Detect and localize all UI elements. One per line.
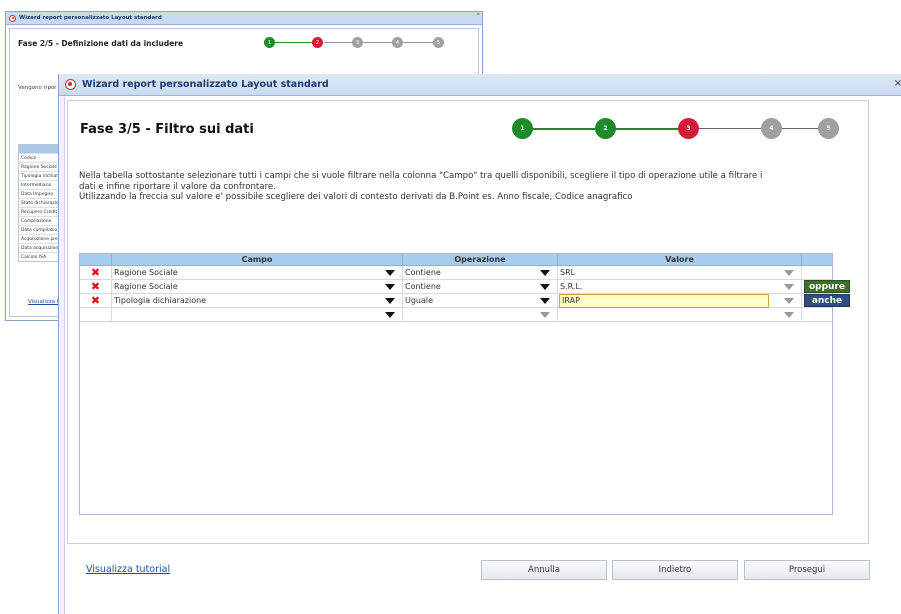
background-window-close-icon[interactable]: ˅ [477, 13, 481, 21]
dropdown-arrow-icon[interactable] [385, 312, 395, 318]
operazione-value: Contiene [405, 282, 441, 291]
background-step-1: 1 [264, 37, 275, 48]
tutorial-link[interactable]: Visualizza tutorial [86, 564, 170, 575]
instructions-text: Nella tabella sottostante selezionare tu… [79, 171, 839, 203]
delete-row-button[interactable]: ✖ [80, 280, 112, 293]
operazione-value: Uguale [405, 296, 434, 305]
background-window-title: Wizard report personalizzato Layout stan… [19, 15, 162, 21]
step-1-indicator: 1 [512, 118, 533, 139]
header-delete-col [80, 254, 112, 265]
window-title: Wizard report personalizzato Layout stan… [82, 79, 329, 90]
cancel-button[interactable]: Annulla [481, 560, 607, 580]
campo-value: Ragione Sociale [114, 282, 178, 291]
instructions-line-2: dati e infine riportare il valore da con… [79, 181, 276, 192]
step-5-indicator: 5 [818, 118, 839, 139]
dropdown-arrow-icon[interactable] [385, 270, 395, 276]
header-operazione: Operazione [403, 254, 558, 265]
dropdown-arrow-icon[interactable] [784, 298, 794, 304]
dropdown-arrow-icon[interactable] [784, 312, 794, 318]
dropdown-arrow-icon[interactable] [540, 284, 550, 290]
instructions-line-3: Utilizzando la freccia sul valore e' pos… [79, 192, 633, 202]
header-valore: Valore [558, 254, 802, 265]
dropdown-arrow-icon[interactable] [385, 298, 395, 304]
operazione-select[interactable]: Uguale [403, 294, 558, 307]
campo-select[interactable] [112, 308, 403, 321]
header-extra-col [802, 254, 832, 265]
valore-field[interactable]: SRL [558, 266, 802, 279]
step-2-indicator: 2 [595, 118, 616, 139]
dropdown-arrow-icon[interactable] [540, 298, 550, 304]
extra-cell [802, 266, 832, 279]
window-left-border [59, 97, 65, 614]
back-button[interactable]: Indietro [612, 560, 738, 580]
instructions-line-1: Nella tabella sottostante selezionare tu… [79, 171, 763, 181]
extra-cell: oppure [802, 280, 850, 293]
campo-select[interactable]: Ragione Sociale [112, 266, 403, 279]
dropdown-arrow-icon[interactable] [540, 312, 550, 318]
dropdown-arrow-icon[interactable] [784, 284, 794, 290]
dropdown-arrow-icon[interactable] [385, 284, 395, 290]
valore-field[interactable]: S.R.L. [558, 280, 802, 293]
background-stepper: 1 2 3 4 5 [264, 37, 444, 49]
dropdown-arrow-icon[interactable] [540, 270, 550, 276]
background-window-titlebar: Wizard report personalizzato Layout stan… [6, 12, 482, 25]
step-connector [615, 128, 678, 130]
filter-grid: Campo Operazione Valore ✖ Ragione Social… [79, 253, 850, 515]
step-title: Fase 3/5 - Filtro sui dati [80, 122, 254, 137]
step-3-indicator: 3 [678, 118, 699, 139]
delete-icon: ✖ [90, 280, 101, 293]
anche-button[interactable]: anche [804, 294, 850, 307]
dropdown-arrow-icon[interactable] [784, 270, 794, 276]
table-row [80, 308, 832, 322]
campo-value: Ragione Sociale [114, 268, 178, 277]
next-button[interactable]: Prosegui [744, 560, 870, 580]
close-icon[interactable]: × [894, 78, 901, 89]
operazione-value: Contiene [405, 268, 441, 277]
valore-value: S.R.L. [560, 282, 583, 291]
wizard-window: Wizard report personalizzato Layout stan… [58, 74, 901, 614]
delete-row-button[interactable]: ✖ [80, 266, 112, 279]
background-step-5: 5 [433, 37, 444, 48]
table-row: ✖ Ragione Sociale Contiene SRL [80, 266, 832, 280]
window-titlebar: Wizard report personalizzato Layout stan… [59, 74, 901, 96]
campo-select[interactable]: Ragione Sociale [112, 280, 403, 293]
delete-icon: ✖ [90, 294, 101, 307]
campo-value: Tipologia dichiarazione [114, 296, 207, 305]
valore-field[interactable]: IRAP [558, 294, 802, 308]
background-subtitle: Vengono ripor [18, 85, 57, 91]
wizard-app-icon [9, 14, 16, 22]
wizard-app-icon [65, 79, 76, 90]
background-step-3: 3 [352, 37, 363, 48]
background-step-title: Fase 2/5 - Definizione dati da includere [18, 39, 184, 48]
table-row: ✖ Ragione Sociale Contiene S.R.L. oppure [80, 280, 850, 294]
delete-icon: ✖ [90, 266, 101, 279]
operazione-select[interactable]: Contiene [403, 266, 558, 279]
delete-row-button[interactable]: ✖ [80, 294, 112, 307]
extra-cell [802, 308, 832, 321]
table-row: ✖ Tipologia dichiarazione Uguale IRAP an… [80, 294, 850, 308]
oppure-button[interactable]: oppure [804, 280, 850, 293]
background-step-2: 2 [312, 37, 323, 48]
step-4-indicator: 4 [761, 118, 782, 139]
grid-header: Campo Operazione Valore [80, 254, 832, 266]
step-connector [698, 128, 761, 129]
extra-cell: anche [802, 294, 850, 307]
operazione-select[interactable]: Contiene [403, 280, 558, 293]
campo-select[interactable]: Tipologia dichiarazione [112, 294, 403, 307]
operazione-select[interactable] [403, 308, 558, 321]
empty-delete-cell [80, 308, 112, 321]
valore-value: SRL [560, 268, 576, 277]
valore-input[interactable]: IRAP [559, 294, 769, 308]
wizard-stepper: 1 2 3 4 5 [512, 118, 842, 140]
header-campo: Campo [112, 254, 403, 265]
background-step-connector [324, 42, 442, 43]
step-connector [532, 128, 595, 130]
valore-field[interactable] [558, 308, 802, 321]
background-step-4: 4 [392, 37, 403, 48]
